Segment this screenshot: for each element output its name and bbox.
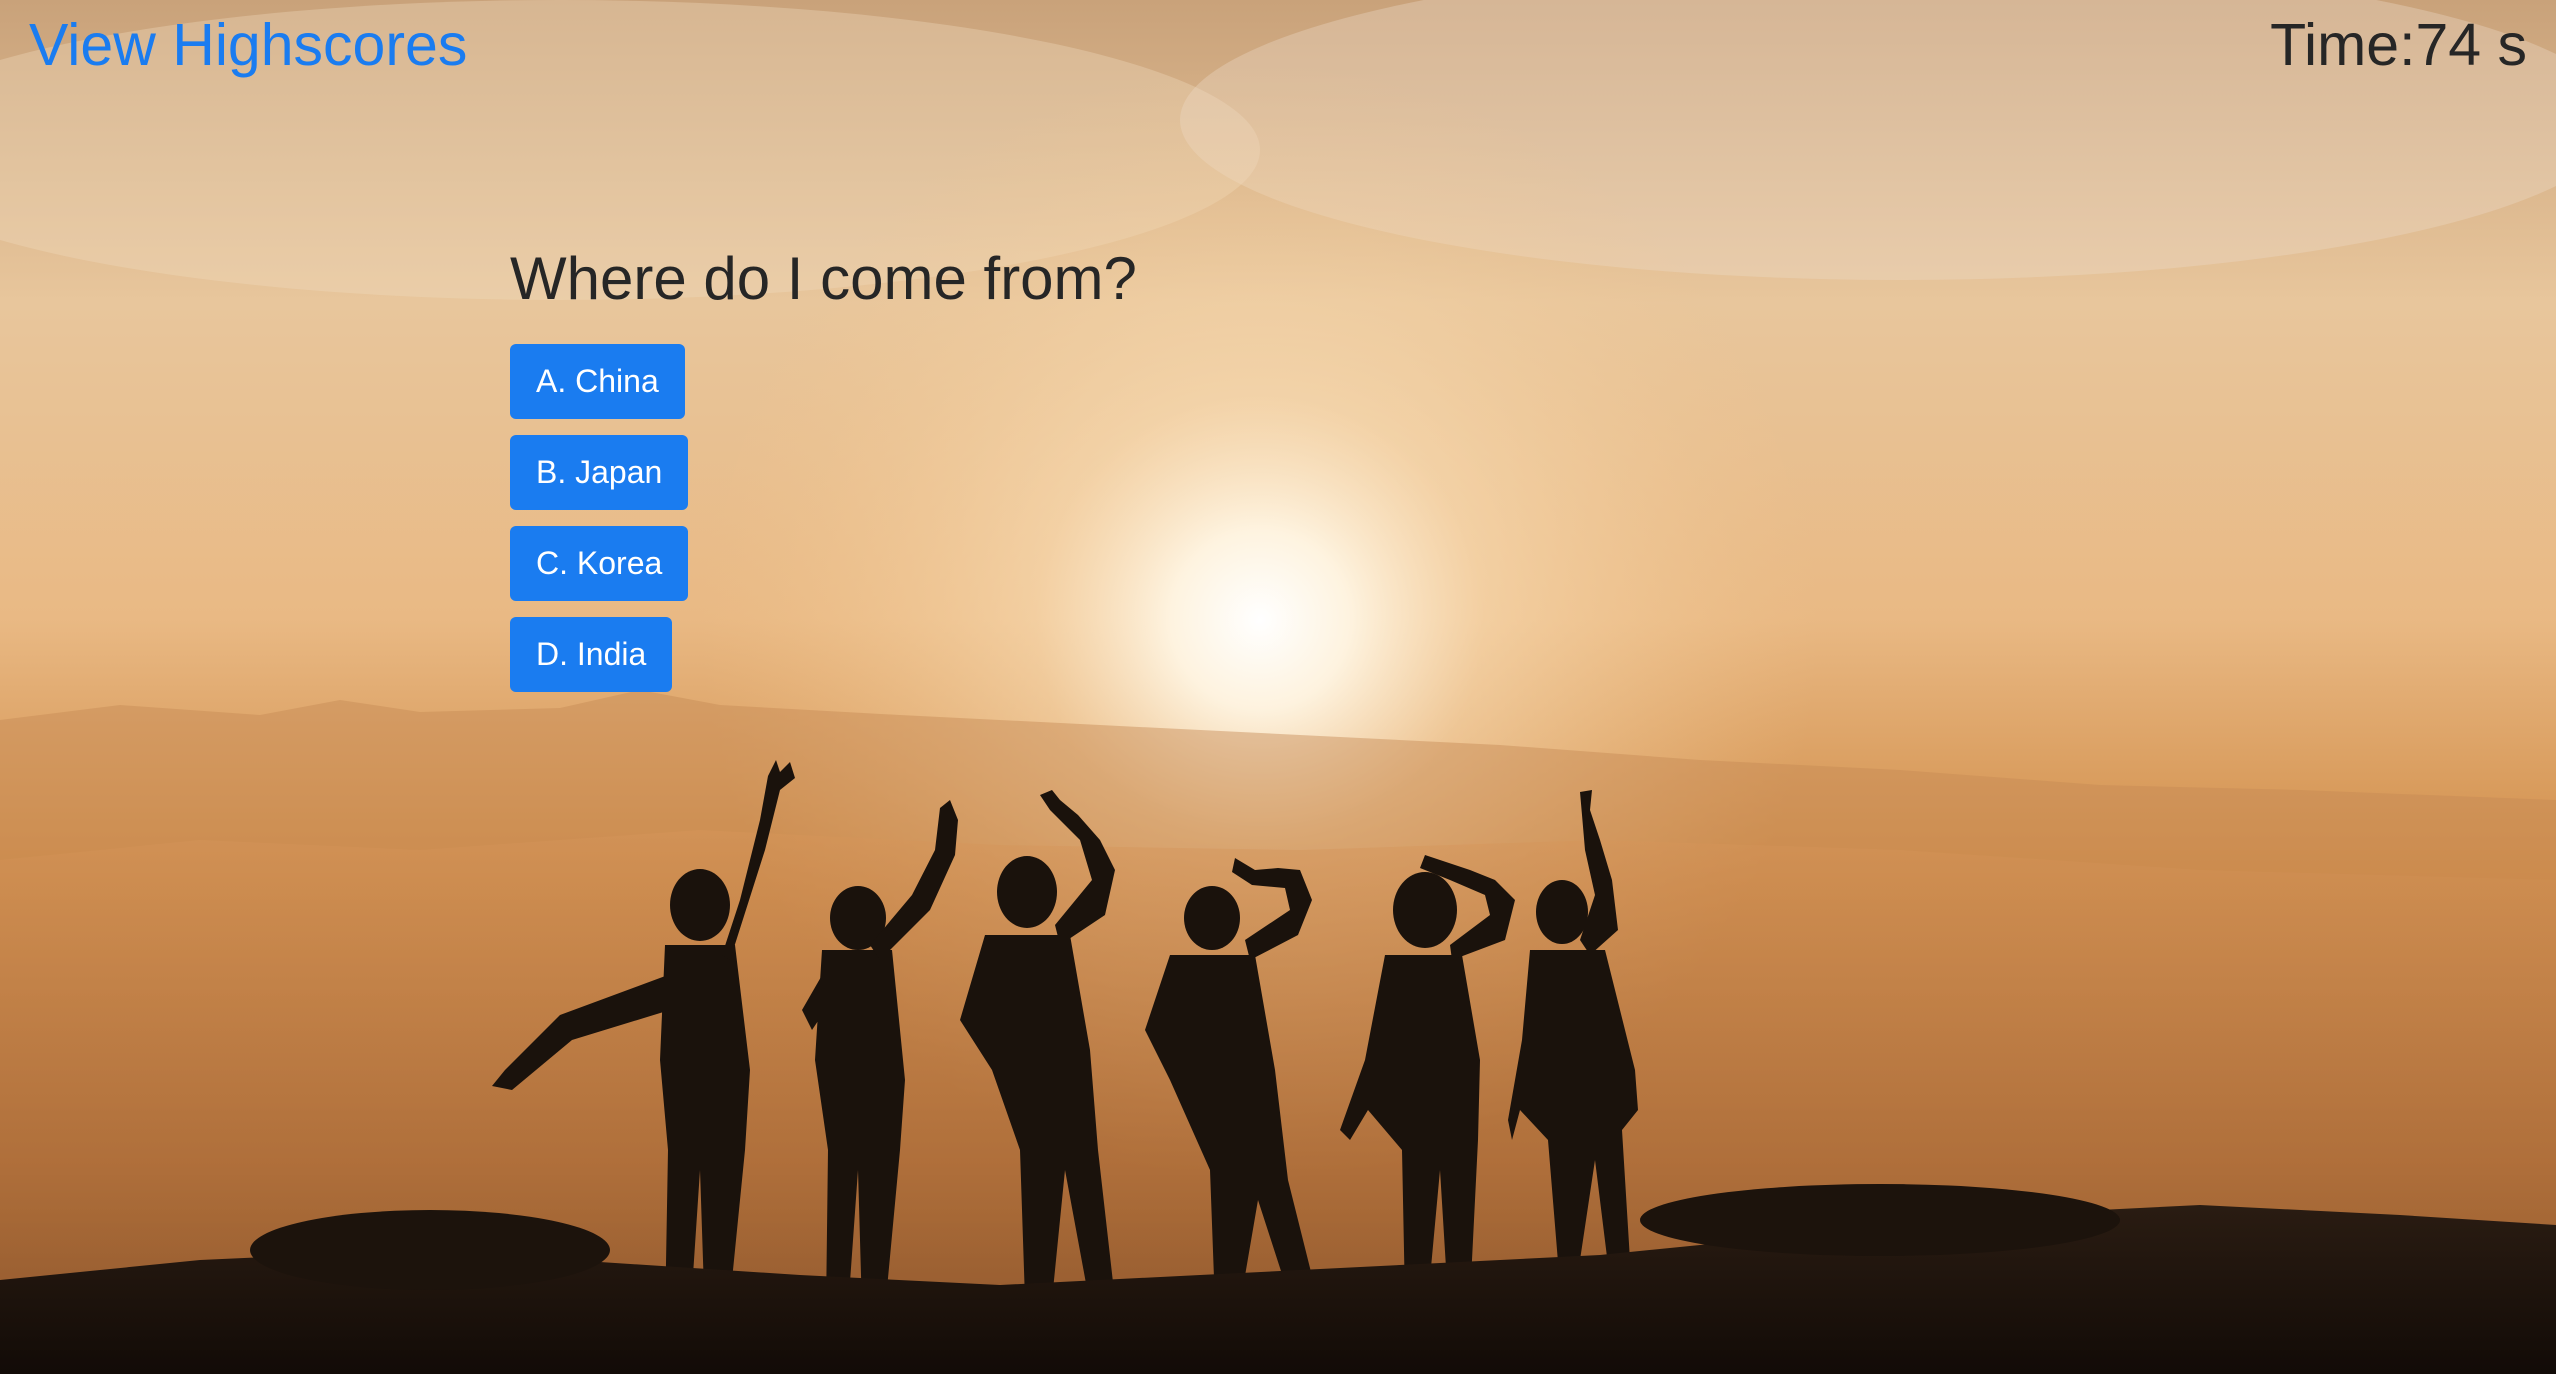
quiz-page: View Highscores Time:74 s Where do I com…: [0, 0, 2556, 1374]
question-text: Where do I come from?: [510, 245, 1137, 312]
answer-button-b[interactable]: B. Japan: [510, 435, 689, 510]
timer-display: Time:74 s: [2270, 12, 2527, 78]
answer-button-c[interactable]: C. Korea: [510, 526, 689, 601]
answer-button-a[interactable]: A. China: [510, 344, 685, 419]
answer-button-d[interactable]: D. India: [510, 617, 673, 692]
answer-choices: A. China B. Japan C. Korea D. India: [510, 344, 1137, 692]
sunset-silhouette-background: [0, 0, 2556, 1374]
quiz-panel: Where do I come from? A. China B. Japan …: [510, 236, 1137, 692]
view-highscores-link[interactable]: View Highscores: [29, 10, 467, 80]
